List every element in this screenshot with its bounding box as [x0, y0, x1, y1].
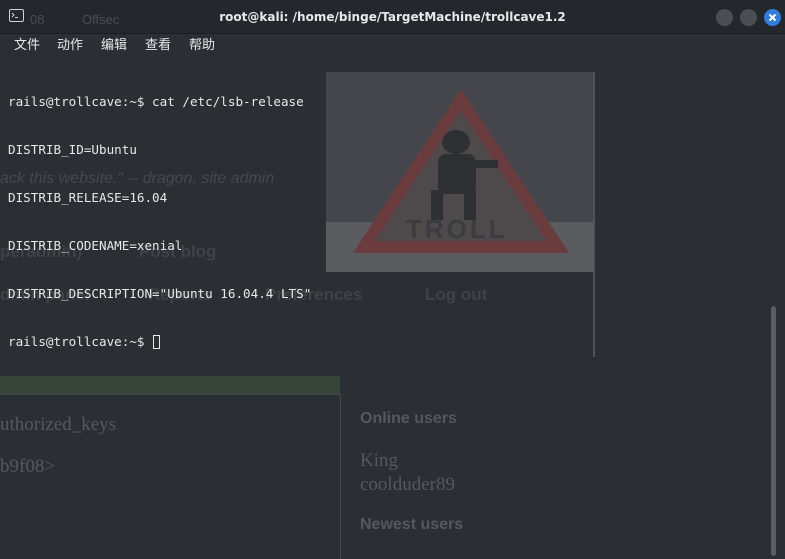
close-button[interactable] [764, 9, 781, 26]
ghost-newest-users-heading: Newest users [360, 516, 464, 533]
terminal-line: DISTRIB_DESCRIPTION="Ubuntu 16.04.4 LTS" [8, 286, 312, 301]
terminal-prompt: rails@trollcave:~$ [8, 334, 153, 349]
ghost-online-user: coolduder89 [360, 474, 455, 495]
terminal-cursor [153, 335, 161, 349]
close-icon [768, 13, 777, 22]
terminal-window: 08 Offsec root@kali: /home/binge/TargetM… [0, 0, 785, 559]
sign-text: TROLL [406, 214, 508, 244]
scrollbar-thumb[interactable] [771, 306, 776, 556]
menu-help[interactable]: 帮助 [189, 37, 215, 55]
minimize-button[interactable] [716, 9, 733, 26]
terminal-line: DISTRIB_RELEASE=16.04 [8, 190, 168, 205]
window-title: root@kali: /home/binge/TargetMachine/tro… [219, 10, 566, 24]
ghost-key-fragment: b9f08> [0, 456, 56, 477]
terminal-prompt-line[interactable]: rails@trollcave:~$ [8, 334, 311, 350]
ghost-nav-log-out: Log out [425, 285, 488, 304]
terminal-line: rails@trollcave:~$ cat /etc/lsb-release [8, 94, 304, 109]
terminal-line: DISTRIB_CODENAME=xenial [8, 238, 183, 253]
ghost-authorized-keys: uthorized_keys [0, 414, 117, 435]
terminal-output[interactable]: rails@trollcave:~$ cat /etc/lsb-release … [8, 62, 311, 382]
troll-sign-image: TROLL [326, 72, 595, 272]
menu-edit[interactable]: 编辑 [101, 37, 127, 55]
maximize-button[interactable] [740, 9, 757, 26]
ghost-online-users-heading: Online users [360, 410, 457, 427]
menu-action[interactable]: 动作 [57, 37, 83, 55]
title-bar[interactable]: 08 Offsec root@kali: /home/binge/TargetM… [0, 0, 785, 34]
menu-file[interactable]: 文件 [14, 37, 40, 55]
terminal-line: DISTRIB_ID=Ubuntu [8, 142, 137, 157]
menu-view[interactable]: 查看 [145, 37, 171, 55]
menu-bar: 文件 动作 编辑 查看 帮助 [0, 34, 785, 58]
ghost-online-user: King [360, 450, 398, 471]
ghost-divider [593, 72, 595, 357]
